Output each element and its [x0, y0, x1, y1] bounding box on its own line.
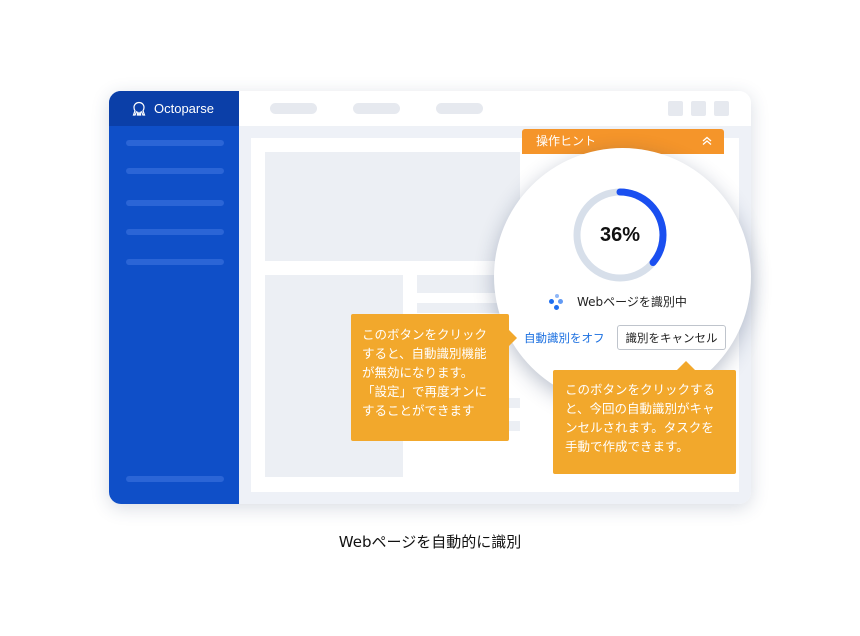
- top-tab[interactable]: [353, 103, 400, 114]
- loading-spinner-icon: [549, 293, 565, 310]
- sidebar-item[interactable]: [126, 168, 224, 174]
- sidebar-item[interactable]: [126, 259, 224, 265]
- sidebar-item[interactable]: [126, 200, 224, 206]
- hint-panel-title: 操作ヒント: [536, 134, 597, 148]
- sidebar-footer-item[interactable]: [126, 476, 224, 482]
- tooltip-line: このボタンをクリックする: [565, 382, 716, 397]
- tooltip-line: 手動で作成できます。: [565, 439, 689, 454]
- tooltip-line: このボタンをクリック: [362, 327, 488, 342]
- top-bar: [239, 91, 751, 127]
- figure-caption: Webページを自動的に識別: [338, 533, 522, 551]
- sidebar-item[interactable]: [126, 229, 224, 235]
- top-tab[interactable]: [436, 103, 483, 114]
- octopus-logo-icon: [132, 101, 146, 116]
- magnifier-lens: 36% Webページを識別中 自動識別をオフ 識別をキャンセル: [494, 148, 751, 405]
- window-control[interactable]: [691, 101, 706, 116]
- brand-name: Octoparse: [154, 101, 214, 116]
- tooltip-auto-off: このボタンをクリック すると、自動識別機能 が無効になります。 「設定」で再度オ…: [351, 314, 517, 441]
- tooltip-cancel: このボタンをクリックする と、今回の自動識別がキャ ンセルされます。タスクを 手…: [553, 361, 736, 474]
- top-tab[interactable]: [270, 103, 317, 114]
- tooltip-line: すると、自動識別機能: [362, 346, 487, 361]
- window-control[interactable]: [714, 101, 729, 116]
- progress-percent: 36%: [599, 223, 641, 246]
- sidebar-item[interactable]: [126, 140, 224, 146]
- sidebar-header[interactable]: Octoparse: [109, 91, 239, 126]
- auto-detect-off-link[interactable]: 自動識別をオフ: [524, 330, 605, 346]
- tooltip-line: 「設定」で再度オンに: [362, 384, 488, 399]
- placeholder-block: [265, 152, 520, 261]
- status-row: Webページを識別中: [549, 293, 687, 310]
- tooltip-line: ンセルされます。タスクを: [565, 420, 714, 435]
- window-control[interactable]: [668, 101, 683, 116]
- sidebar: Octoparse: [109, 91, 239, 504]
- chevron-up-icon[interactable]: [700, 134, 714, 148]
- tooltip-line: することができます: [362, 403, 475, 418]
- cancel-recognition-button[interactable]: 識別をキャンセル: [617, 325, 726, 350]
- recognition-status: Webページを識別中: [577, 295, 687, 309]
- tooltip-line: と、今回の自動識別がキャ: [565, 401, 715, 416]
- tooltip-line: が無効になります。: [362, 365, 474, 380]
